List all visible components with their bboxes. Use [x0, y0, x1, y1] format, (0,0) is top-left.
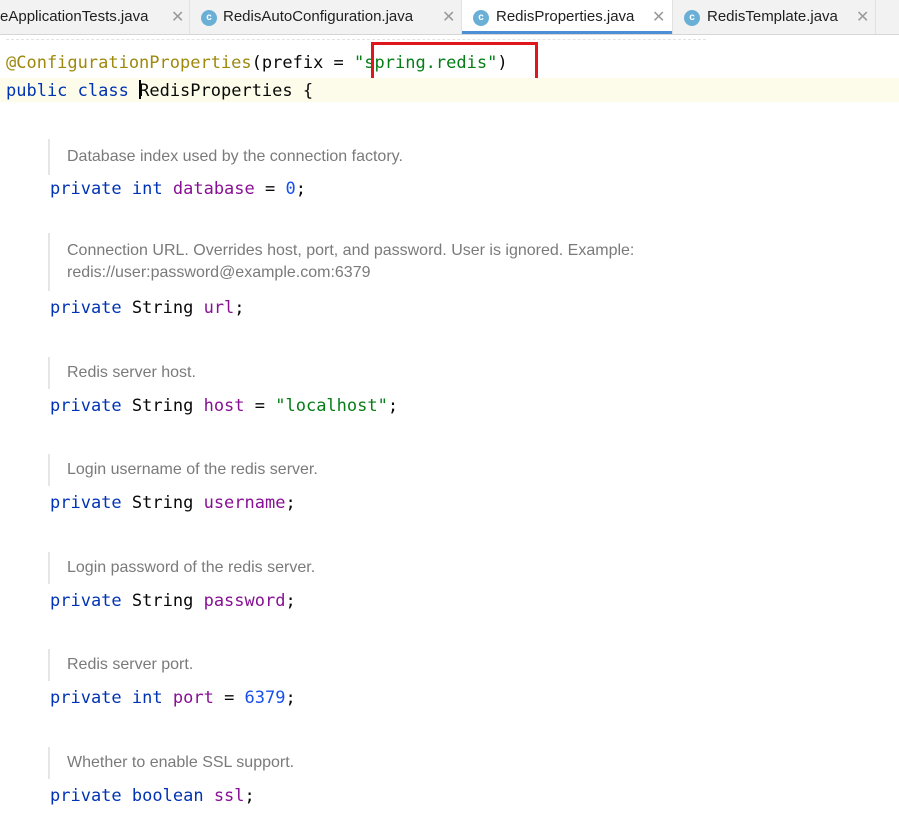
close-icon[interactable]: ✕: [652, 7, 665, 27]
doc-comment-ssl: Whether to enable SSL support.: [48, 747, 294, 779]
tab-label: RedisAutoConfiguration.java: [223, 8, 414, 25]
scrolled-doc-remnant: [6, 27, 706, 40]
tab-label: eApplicationTests.java: [0, 8, 149, 25]
close-icon[interactable]: ✕: [171, 7, 184, 27]
class-icon: c: [473, 10, 489, 26]
field-password: private String password;: [50, 591, 296, 611]
doc-comment-url: Connection URL. Overrides host, port, an…: [48, 233, 783, 291]
code-editor[interactable]: @ConfigurationProperties(prefix = "sprin…: [0, 35, 899, 825]
class-declaration-line: public class RedisProperties {: [6, 80, 314, 101]
doc-comment-port: Redis server port.: [48, 649, 193, 681]
prefix-highlight-box: [371, 42, 538, 82]
tab-label: RedisProperties.java: [496, 8, 635, 25]
class-icon: c: [684, 10, 700, 26]
field-database: private int database = 0;: [50, 179, 306, 199]
class-icon: c: [201, 10, 217, 26]
doc-comment-host: Redis server host.: [48, 357, 196, 389]
doc-comment-password: Login password of the redis server.: [48, 552, 315, 584]
field-username: private String username;: [50, 493, 296, 513]
doc-comment-username: Login username of the redis server.: [48, 454, 318, 486]
annotation-name: @ConfigurationProperties: [6, 53, 252, 73]
field-ssl: private boolean ssl;: [50, 786, 255, 806]
field-port: private int port = 6379;: [50, 688, 296, 708]
close-icon[interactable]: ✕: [442, 7, 455, 27]
class-name: RedisProperties: [139, 81, 293, 101]
tab-label: RedisTemplate.java: [707, 8, 838, 25]
doc-comment-database: Database index used by the connection fa…: [48, 139, 403, 175]
close-icon[interactable]: ✕: [856, 7, 869, 27]
field-host: private String host = "localhost";: [50, 396, 399, 416]
field-url: private String url;: [50, 298, 245, 318]
annotation-param: prefix: [261, 53, 324, 73]
